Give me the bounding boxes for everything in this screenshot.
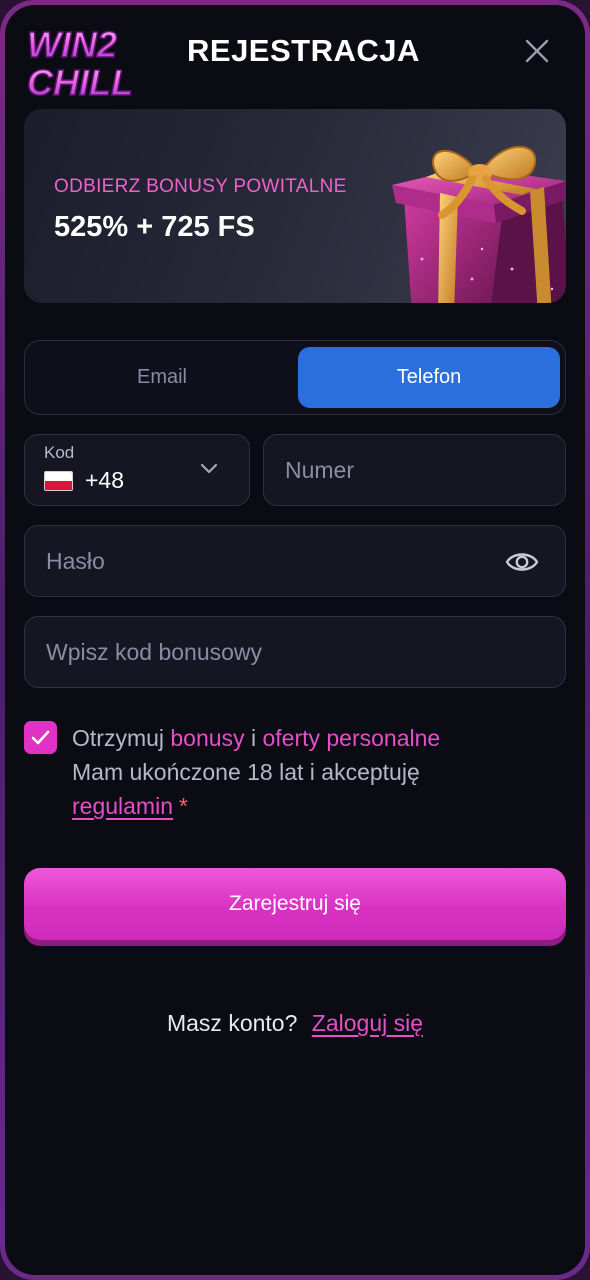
password-input[interactable]: [25, 526, 565, 596]
device-frame: WIN2 CHILL REJESTRACJA ODBIERZ BONUSY PO…: [0, 0, 590, 1280]
terms-link[interactable]: regulamin: [72, 793, 173, 819]
password-field: [24, 525, 566, 597]
signup-method-tabs: Email Telefon: [24, 340, 566, 415]
consent-text: Otrzymuj bonusy i oferty personalne Mam …: [72, 721, 552, 823]
consent-text-2: i: [250, 725, 257, 751]
consent-text-1: Otrzymuj: [72, 725, 164, 751]
country-code-select[interactable]: Kod +48: [24, 434, 250, 506]
code-label: Kod: [44, 443, 75, 462]
page-title: REJESTRACJA: [187, 33, 420, 68]
login-link[interactable]: Zaloguj się: [312, 1010, 423, 1036]
register-button[interactable]: Zarejestruj się: [24, 868, 566, 940]
gift-icon: [392, 145, 566, 303]
phone-number-field: [263, 434, 566, 506]
login-row: Masz konto? Zaloguj się: [5, 1010, 585, 1037]
logo-line1: WIN2: [27, 24, 117, 65]
tab-email[interactable]: Email: [31, 347, 293, 408]
registration-modal: WIN2 CHILL REJESTRACJA ODBIERZ BONUSY PO…: [5, 5, 585, 1275]
eye-icon[interactable]: [505, 545, 539, 579]
tab-phone[interactable]: Telefon: [298, 347, 560, 408]
age-terms-text: Mam ukończone 18 lat i akceptuję: [72, 759, 420, 785]
required-mark: *: [179, 793, 188, 819]
bonuses-link[interactable]: bonusy: [170, 725, 244, 751]
personal-offers-link[interactable]: oferty personalne: [262, 725, 440, 751]
welcome-bonus-banner[interactable]: ODBIERZ BONUSY POWITALNE 525% + 725 FS: [24, 109, 566, 303]
code-value: +48: [85, 467, 125, 493]
banner-subtitle: ODBIERZ BONUSY POWITALNE: [54, 176, 347, 197]
consent-checkbox[interactable]: [24, 721, 57, 754]
close-icon[interactable]: [521, 35, 553, 67]
logo-line2: CHILL: [27, 62, 133, 101]
bonus-code-input[interactable]: [25, 617, 565, 687]
banner-title: 525% + 725 FS: [54, 211, 255, 243]
bonus-code-field: [24, 616, 566, 688]
flag-pl-icon: [44, 471, 73, 491]
chevron-down-icon: [200, 463, 218, 474]
phone-number-input[interactable]: [264, 435, 565, 505]
logo-icon: WIN2 CHILL: [26, 23, 133, 101]
login-prompt: Masz konto?: [166, 1010, 298, 1036]
